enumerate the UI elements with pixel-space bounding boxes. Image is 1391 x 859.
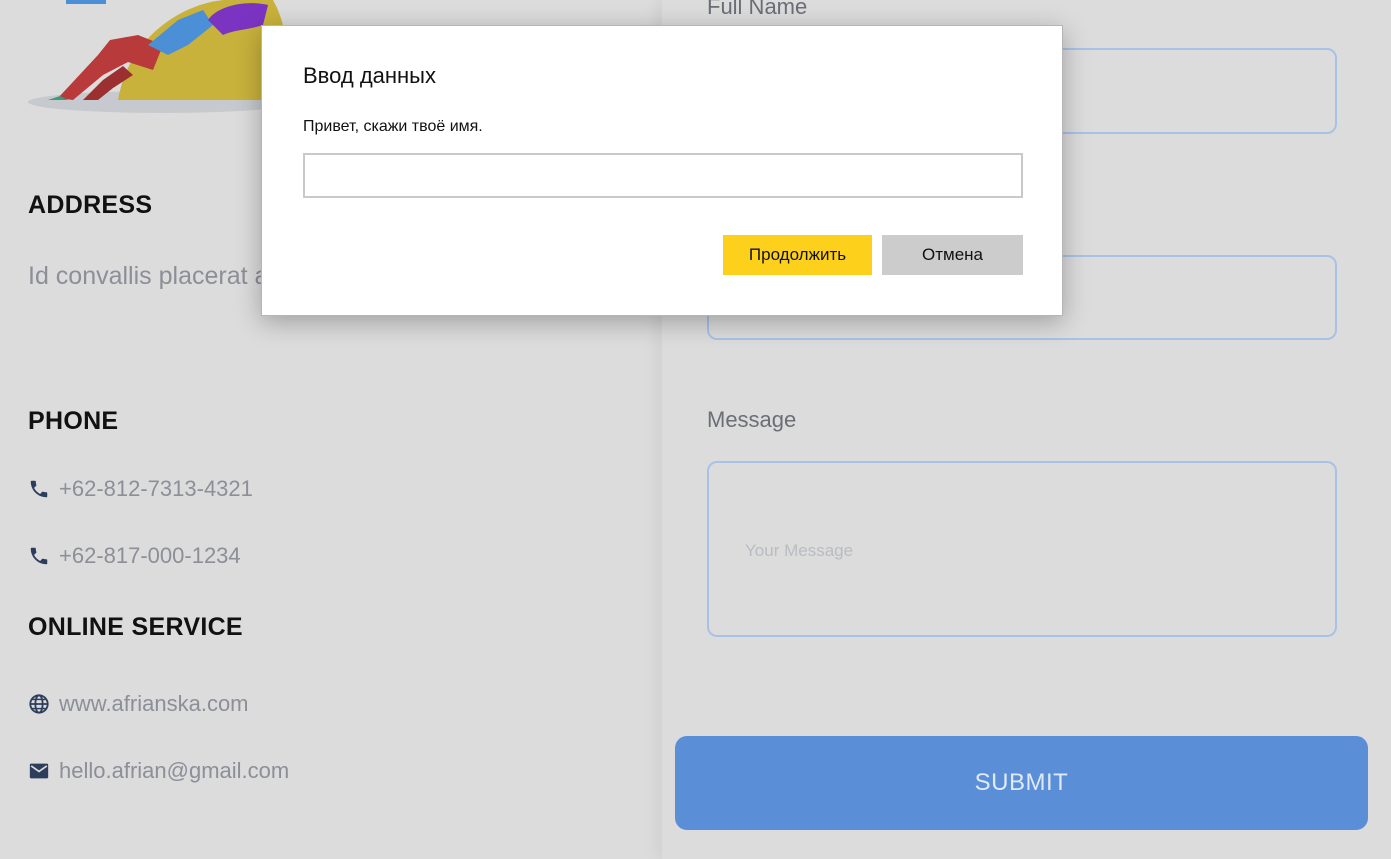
website-link[interactable]: www.afrianska.com bbox=[59, 691, 249, 717]
address-heading: ADDRESS bbox=[28, 191, 153, 219]
prompt-dialog: Ввод данных Привет, скажи твоё имя. Прод… bbox=[261, 25, 1063, 316]
cancel-button[interactable]: Отмена bbox=[882, 235, 1023, 275]
email-link[interactable]: hello.afrian@gmail.com bbox=[59, 758, 289, 784]
dialog-message: Привет, скажи твоё имя. bbox=[303, 118, 483, 135]
message-placeholder: Your Message bbox=[745, 541, 854, 560]
phone-row-2: +62-817-000-1234 bbox=[28, 543, 241, 569]
phone-number-1[interactable]: +62-812-7313-4321 bbox=[59, 476, 253, 502]
mail-icon bbox=[28, 760, 50, 782]
phone-number-2[interactable]: +62-817-000-1234 bbox=[59, 543, 241, 569]
dialog-title: Ввод данных bbox=[303, 63, 436, 88]
phone-heading: PHONE bbox=[28, 407, 119, 435]
online-service-heading: ONLINE SERVICE bbox=[28, 613, 243, 641]
phone-icon bbox=[28, 478, 50, 500]
email-row: hello.afrian@gmail.com bbox=[28, 758, 289, 784]
dialog-name-input[interactable] bbox=[303, 153, 1023, 198]
continue-button[interactable]: Продолжить bbox=[723, 235, 872, 275]
illustration-image bbox=[28, 0, 298, 113]
message-label: Message bbox=[707, 407, 797, 432]
message-textarea[interactable]: Your Message bbox=[707, 461, 1337, 637]
full-name-label: Full Name bbox=[707, 0, 808, 19]
phone-icon bbox=[28, 545, 50, 567]
globe-icon bbox=[28, 693, 50, 715]
phone-row-1: +62-812-7313-4321 bbox=[28, 476, 253, 502]
website-row: www.afrianska.com bbox=[28, 691, 249, 717]
submit-button[interactable]: SUBMIT bbox=[675, 736, 1368, 830]
